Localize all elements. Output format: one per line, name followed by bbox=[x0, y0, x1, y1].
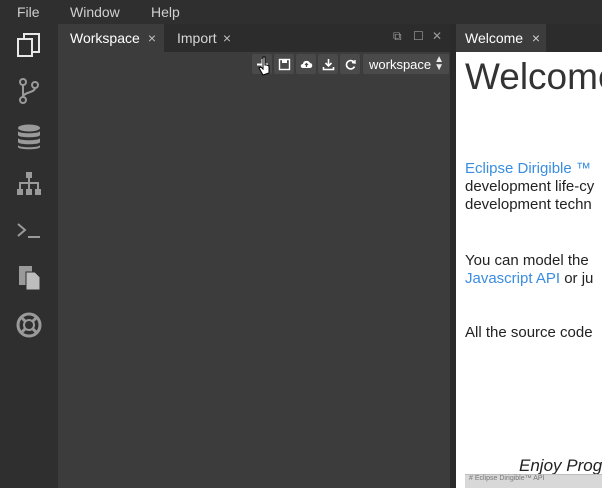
close-icon[interactable]: × bbox=[148, 30, 156, 46]
menu-help[interactable]: Help bbox=[151, 4, 180, 20]
activity-bar bbox=[0, 24, 58, 488]
welcome-title: Welcome bbox=[465, 56, 602, 97]
javascript-api-link[interactable]: Javascript API bbox=[465, 270, 560, 287]
tab-welcome-label: Welcome bbox=[465, 30, 524, 46]
workspace-select[interactable]: workspace ▲ ▼ bbox=[363, 54, 449, 74]
close-icon[interactable]: × bbox=[532, 30, 540, 46]
tab-welcome[interactable]: Welcome × bbox=[456, 24, 546, 52]
enjoy-text: Enjoy Prog bbox=[519, 456, 602, 475]
menu-file[interactable]: File bbox=[17, 4, 40, 20]
save-button[interactable] bbox=[274, 54, 294, 74]
refresh-icon bbox=[345, 59, 356, 70]
save-icon bbox=[278, 58, 290, 70]
model-line-2-rest: or ju bbox=[560, 270, 594, 287]
close-icon[interactable]: × bbox=[223, 30, 231, 46]
welcome-panel: Welcome × Welcome Eclipse Dirigible ™ de… bbox=[456, 24, 602, 488]
refresh-button[interactable] bbox=[340, 54, 360, 74]
workspace-icon[interactable] bbox=[12, 28, 46, 62]
download-icon bbox=[322, 58, 334, 70]
menu-window[interactable]: Window bbox=[70, 4, 120, 20]
workspace-panel: Workspace × Import × ⧉ ☐ ✕ workspace ▲ ▼ bbox=[58, 24, 450, 488]
terminal-icon[interactable] bbox=[12, 214, 46, 248]
workspace-toolbar: workspace ▲ ▼ bbox=[58, 52, 450, 76]
restore-icon[interactable]: ⧉ bbox=[393, 29, 402, 44]
intro-line-2: development life-cy bbox=[465, 178, 595, 195]
welcome-content: Welcome Eclipse Dirigible ™ development … bbox=[456, 52, 602, 488]
workspace-select-value: workspace bbox=[369, 56, 432, 72]
dirigible-link[interactable]: Eclipse Dirigible ™ bbox=[465, 160, 591, 177]
tab-workspace[interactable]: Workspace × bbox=[58, 24, 164, 52]
mouse-pointer-icon bbox=[258, 56, 270, 76]
model-line-1: You can model the bbox=[465, 252, 589, 269]
upload-icon bbox=[300, 60, 312, 68]
right-tab-bar: Welcome × bbox=[456, 24, 602, 52]
database-icon[interactable] bbox=[12, 120, 46, 154]
intro-paragraph: Eclipse Dirigible ™ development life-cy … bbox=[465, 160, 594, 214]
select-caret-icon: ▲ ▼ bbox=[434, 54, 444, 73]
intro-line-3: development techn bbox=[465, 196, 592, 213]
source-paragraph: All the source code bbox=[465, 324, 593, 341]
download-button[interactable] bbox=[318, 54, 338, 74]
upload-button[interactable] bbox=[296, 54, 316, 74]
hierarchy-icon[interactable] bbox=[12, 167, 46, 201]
git-branch-icon[interactable] bbox=[12, 74, 46, 108]
menu-bar: File Window Help bbox=[0, 0, 602, 24]
maximize-icon[interactable]: ☐ bbox=[413, 29, 424, 43]
left-tab-bar: Workspace × Import × ⧉ ☐ ✕ bbox=[58, 24, 450, 52]
tab-workspace-label: Workspace bbox=[70, 30, 140, 46]
help-lifebuoy-icon[interactable] bbox=[12, 308, 46, 342]
close-panel-icon[interactable]: ✕ bbox=[432, 29, 442, 43]
documents-icon[interactable] bbox=[12, 261, 46, 295]
api-preview-thumbnail: # Eclipse Dirigible™ API bbox=[465, 474, 602, 488]
tab-import-label: Import bbox=[177, 30, 217, 46]
tab-import[interactable]: Import × bbox=[165, 24, 239, 52]
model-paragraph: You can model the Javascript API or ju bbox=[465, 252, 593, 288]
